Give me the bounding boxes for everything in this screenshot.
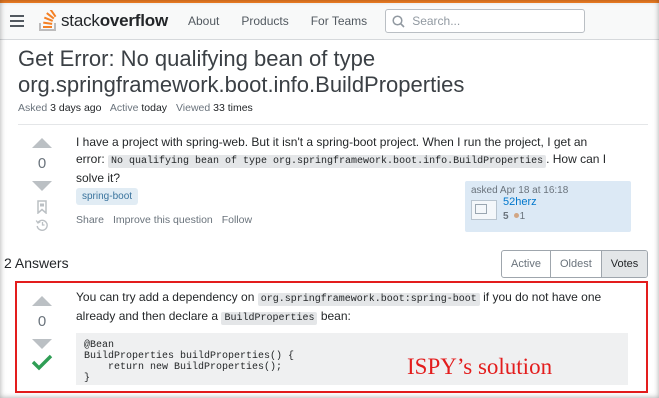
downvote-arrow-icon[interactable] [32,181,52,191]
viewed-value: 33 times [213,102,253,114]
annotation-label: ISPY’s solution [407,354,553,379]
user-name[interactable]: 52herz [503,196,537,208]
user-reputation: 51 [503,211,525,222]
bean-code: BuildProperties [221,312,318,325]
question-meta: Asked 3 days ago Active today Viewed 33 … [18,102,259,114]
nav-about[interactable]: About [188,14,219,28]
hamburger-menu-icon[interactable] [10,15,24,27]
question-vote-count: 0 [37,155,47,172]
answer-line2-before: already and then declare a [76,309,219,323]
question-title[interactable]: Get Error: No qualifying bean of type or… [18,46,648,98]
divider [18,124,648,125]
tab-active[interactable]: Active [502,251,550,277]
answer-text-after: if you do not have one [483,290,602,304]
downvote-arrow-icon[interactable] [32,339,52,349]
accepted-check-icon [31,354,53,371]
answer-vote-count: 0 [37,313,47,330]
asked-value: 3 days ago [50,102,102,114]
answers-count: 2 Answers [4,255,69,271]
asked-date[interactable]: asked Apr 18 at 16:18 [471,185,625,196]
tab-oldest[interactable]: Oldest [549,251,601,277]
answer-body-line: You can try add a dependency on org.spri… [76,289,641,308]
nav-for-teams[interactable]: For Teams [311,14,367,28]
tag-spring-boot[interactable]: spring-boot [76,188,139,205]
error-label: error: [76,152,105,166]
question-vote-column: 0 [22,138,62,231]
top-nav: About Products For Teams [188,14,389,28]
question-body-line: I have a project with spring-web. But it… [76,135,588,149]
answer-body: You can try add a dependency on org.spri… [76,289,641,327]
asked-label: Asked [18,102,48,114]
answer-vote-column: 0 [22,296,62,371]
search-input[interactable] [410,13,575,29]
top-bar: stackoverflow About Products For Teams [0,0,659,40]
share-link[interactable]: Share [76,214,104,226]
tab-votes[interactable]: Votes [600,251,648,277]
answer-text-before: You can try add a dependency on [76,290,255,304]
logo-text-bold: overflow [99,11,169,30]
user-card: asked Apr 18 at 16:18 52herz 51 [465,181,631,232]
question-body-line: error: No qualifying bean of type org.sp… [76,151,641,170]
answer-sort-tabs: Active Oldest Votes [501,250,649,278]
logo-text-light: stack [61,11,100,30]
post-menu: Share Improve this question Follow [76,214,258,226]
nav-products[interactable]: Products [241,14,288,28]
upvote-arrow-icon[interactable] [32,296,52,306]
bronze-badge-count: 1 [519,211,526,222]
reputation-score: 5 [503,211,509,222]
answer-line2-after: bean: [320,309,351,323]
viewed-label: Viewed [175,102,211,114]
error-code: No qualifying bean of type org.springfra… [108,155,547,168]
improve-question-link[interactable]: Improve this question [113,214,213,226]
upvote-arrow-icon[interactable] [32,138,52,148]
stack-logo-icon [39,10,57,31]
active-label: Active [109,102,139,114]
stackoverflow-logo[interactable]: stackoverflow [38,10,168,32]
search-icon [392,14,405,28]
active-value[interactable]: today [141,102,167,114]
error-after: . How can I [546,152,607,166]
bronze-badge-icon [513,213,519,218]
answer-body-line: already and then declare a BuildProperti… [76,308,641,327]
question-body: I have a project with spring-web. But it… [76,134,641,187]
follow-link[interactable]: Follow [222,214,252,226]
history-icon[interactable] [35,218,49,231]
search-box[interactable] [385,9,586,33]
bookmark-icon[interactable] [36,200,48,214]
dependency-code: org.springframework.boot:spring-boot [257,293,480,306]
avatar[interactable] [471,200,497,220]
